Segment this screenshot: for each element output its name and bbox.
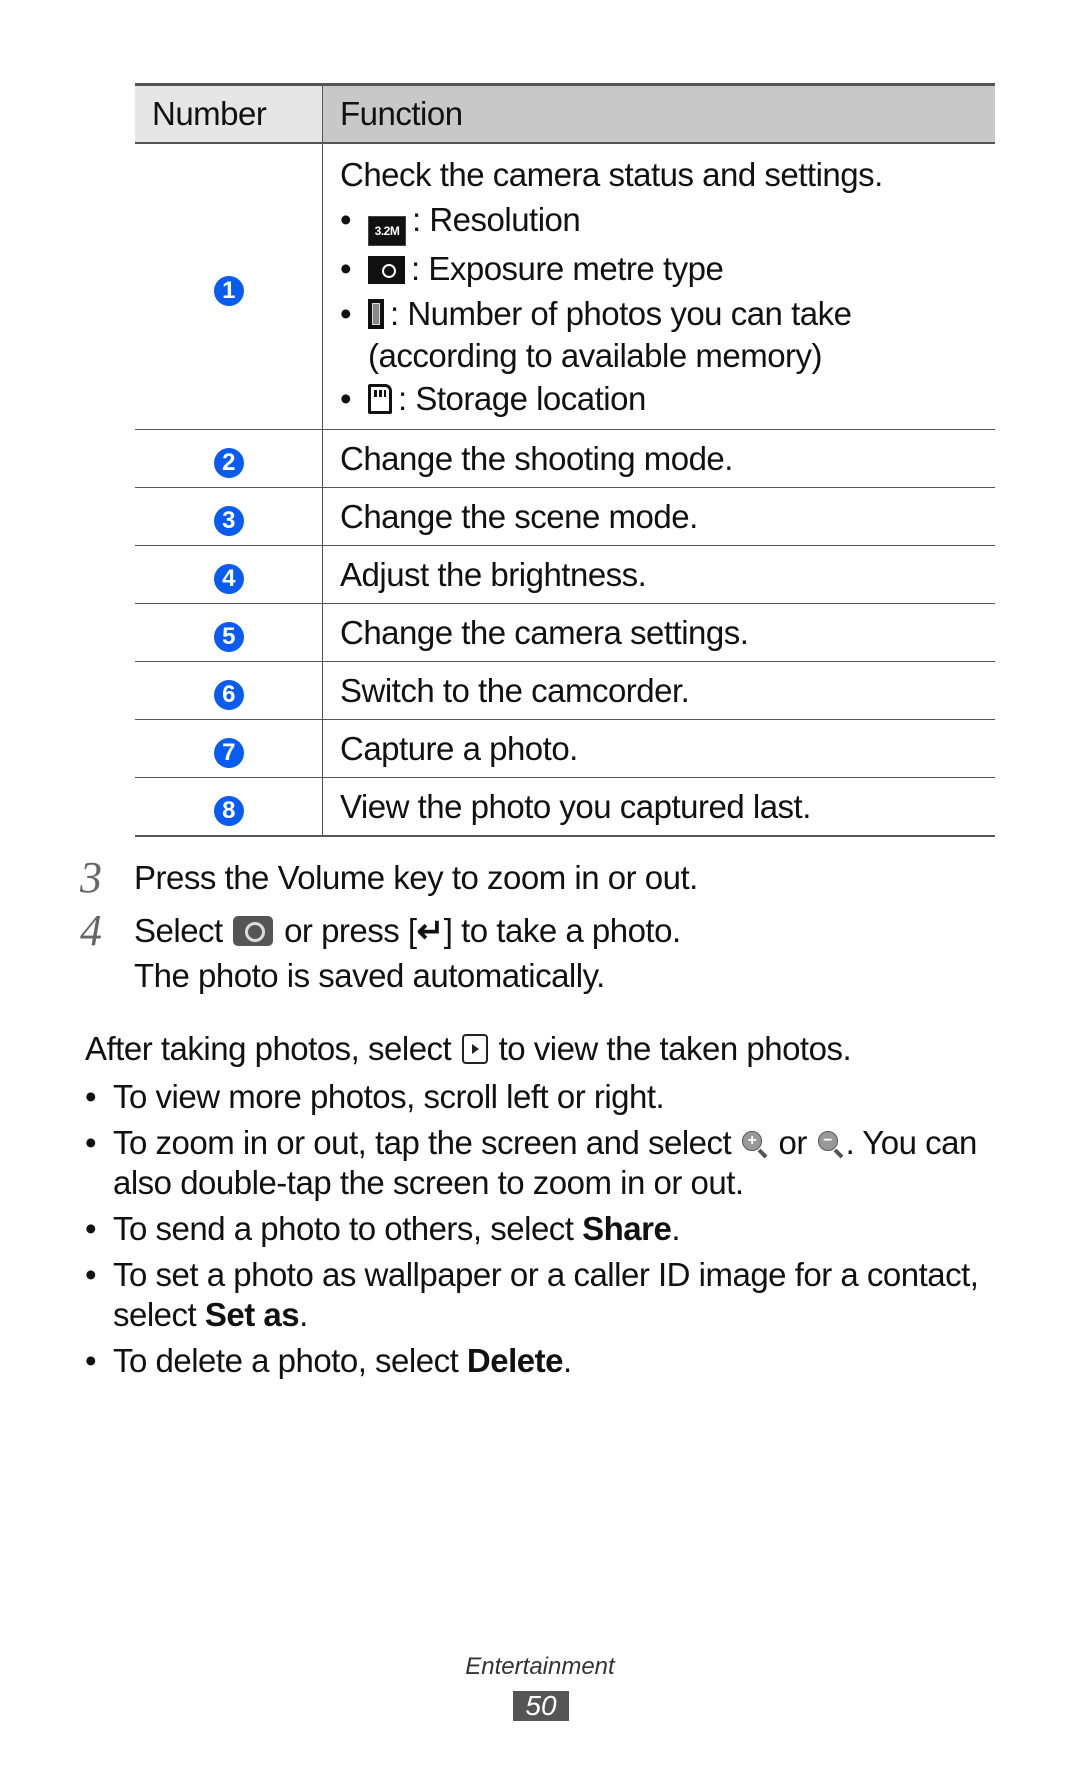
step-text: or press [ (284, 912, 417, 949)
zoom-in-icon: + (741, 1131, 768, 1159)
header-number: Number (135, 83, 323, 144)
row-description: Adjust the brightness. (322, 545, 995, 604)
steps-list: 3 Press the Volume key to zoom in or out… (80, 855, 1000, 1006)
number-badge: 4 (213, 563, 244, 594)
function-table: Number Function 1 Check the camera statu… (135, 83, 995, 837)
zoom-out-glyph: − (817, 1131, 838, 1151)
number-badge: 6 (213, 679, 244, 710)
table-row: 8 View the photo you captured last. (135, 777, 995, 837)
table-row: 1 Check the camera status and settings. … (135, 143, 995, 430)
list-item: 3.2M: Resolution (340, 197, 995, 246)
after-taking-section: After taking photos, select to view the … (85, 1026, 995, 1387)
list-item: To send a photo to others, select Share. (85, 1209, 995, 1249)
list-item: To delete a photo, select Delete. (85, 1341, 995, 1381)
menu-option-share: Share (582, 1210, 672, 1247)
status-icon-list: 3.2M: Resolution : Exposure metre type :… (340, 197, 995, 421)
step-4: 4 Select or press [↵] to take a photo. T… (80, 908, 1000, 998)
item-continuation: (according to available memory) (368, 337, 823, 374)
row-description: Capture a photo. (322, 719, 995, 778)
exposure-metre-icon (368, 256, 405, 284)
tip-text: . (562, 1342, 572, 1379)
menu-option-set-as: Set as (204, 1296, 300, 1333)
row-description: Change the shooting mode. (322, 429, 995, 488)
intro-paragraph: After taking photos, select to view the … (85, 1026, 995, 1071)
tip-text: or (778, 1124, 808, 1161)
list-item: To view more photos, scroll left or righ… (85, 1077, 995, 1117)
list-item: To set a photo as wallpaper or a caller … (85, 1255, 995, 1335)
number-badge: 3 (213, 505, 244, 536)
header-function: Function (322, 83, 995, 144)
zoom-in-glyph: + (741, 1131, 762, 1151)
row-description: View the photo you captured last. (322, 777, 995, 837)
photo-count-icon (368, 299, 384, 329)
tip-text: To send a photo to others, select (113, 1210, 583, 1247)
list-item: : Storage location (340, 376, 995, 421)
enter-key-icon: ↵ (416, 912, 445, 949)
camera-icon (233, 916, 274, 946)
table-header-row: Number Function (135, 83, 995, 144)
step-number: 3 (80, 853, 102, 902)
tips-list: To view more photos, scroll left or righ… (85, 1077, 995, 1381)
list-item: : Number of photos you can take (accordi… (340, 291, 995, 376)
table-row: 4 Adjust the brightness. (135, 545, 995, 604)
step-text: ] to take a photo. (443, 912, 681, 949)
tip-text: To zoom in or out, tap the screen and se… (113, 1124, 732, 1161)
step-3: 3 Press the Volume key to zoom in or out… (80, 855, 1000, 900)
item-label: : Number of photos you can take (390, 295, 852, 332)
table-row: 6 Switch to the camcorder. (135, 661, 995, 720)
step-text: Select (134, 912, 223, 949)
intro-text: After taking photos, select (85, 1030, 452, 1067)
list-item: To zoom in or out, tap the screen and se… (85, 1123, 995, 1203)
number-badge: 1 (213, 275, 244, 306)
tip-text: . (671, 1210, 681, 1247)
number-badge: 8 (213, 795, 244, 826)
resolution-icon: 3.2M (368, 216, 406, 246)
page-number: 50 (513, 1691, 569, 1721)
tip-text: To delete a photo, select (113, 1342, 467, 1379)
number-badge: 2 (213, 447, 244, 478)
item-label: : Resolution (412, 201, 581, 238)
list-item: : Exposure metre type (340, 246, 995, 291)
row-description: Change the scene mode. (322, 487, 995, 546)
footer-section-title: Entertainment (465, 1653, 615, 1680)
table-row: 2 Change the shooting mode. (135, 429, 995, 488)
number-badge: 7 (213, 737, 244, 768)
item-label: : Storage location (398, 380, 646, 417)
step-text: Press the Volume key to zoom in or out. (134, 859, 698, 896)
item-label: : Exposure metre type (411, 250, 724, 287)
tip-text: . (299, 1296, 308, 1333)
menu-option-delete: Delete (466, 1342, 564, 1379)
row-description: Change the camera settings. (322, 603, 995, 662)
step-note: The photo is saved automatically. (134, 957, 605, 994)
play-icon (461, 1034, 488, 1064)
table-row: 3 Change the scene mode. (135, 487, 995, 546)
number-badge: 5 (213, 621, 244, 652)
row-description: Switch to the camcorder. (322, 661, 995, 720)
table-row: 7 Capture a photo. (135, 719, 995, 778)
step-number: 4 (80, 906, 102, 955)
storage-location-icon (368, 384, 392, 414)
zoom-out-icon: − (817, 1131, 844, 1159)
row-description: Check the camera status and settings. (340, 156, 883, 193)
table-row: 5 Change the camera settings. (135, 603, 995, 662)
intro-text: to view the taken photos. (498, 1030, 852, 1067)
